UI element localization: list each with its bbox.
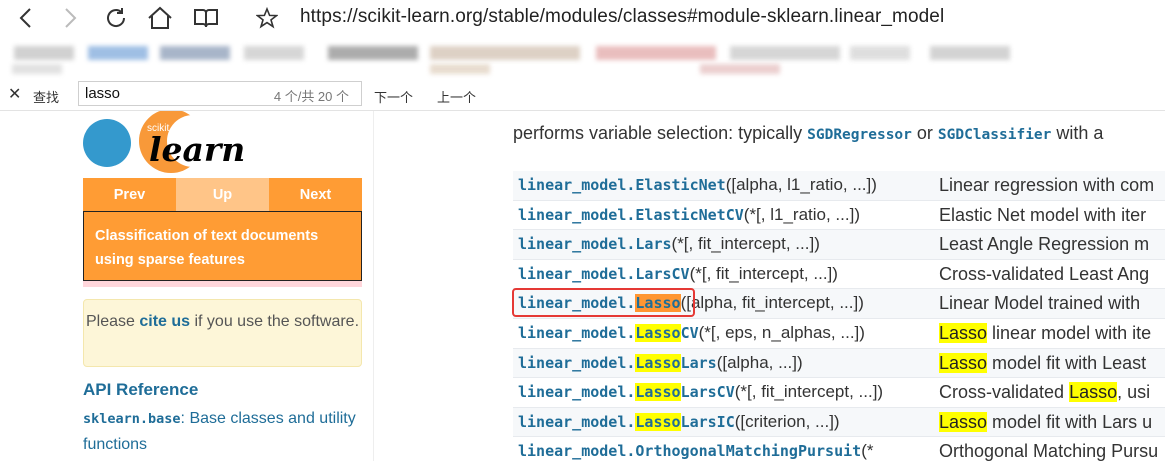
intro-text-or: or: [911, 123, 938, 143]
table-row: linear_model.LassoLarsCV(*[, fit_interce…: [513, 378, 1165, 408]
intro-text-tail: with a: [1051, 123, 1104, 143]
find-input[interactable]: lasso 4 个/共 20 个: [78, 81, 362, 106]
function-description: Cross-validated Least Ang: [939, 263, 1150, 284]
function-description: Least Angle Regression m: [939, 234, 1150, 255]
scikit-learn-logo[interactable]: scikit learn: [83, 109, 253, 175]
function-description: Orthogonal Matching Pursu: [939, 441, 1159, 461]
home-icon[interactable]: [146, 4, 174, 32]
function-args: ([alpha, fit_intercept, ...]): [680, 293, 864, 313]
search-match-highlight: Lasso: [939, 322, 988, 343]
function-signature[interactable]: linear_model.LassoLarsCV(*[, fit_interce…: [518, 382, 883, 402]
function-args: (*[, fit_intercept, ...]): [671, 234, 820, 254]
cite-text-before: Please: [85, 313, 140, 330]
intro-text: performs variable selection: typically: [513, 123, 808, 143]
function-args: (*[, fit_intercept, ...]): [689, 263, 838, 283]
bookmarks-bar: [0, 38, 1165, 80]
close-icon[interactable]: ✕: [8, 84, 21, 104]
reading-view-icon[interactable]: [192, 4, 220, 32]
up-button[interactable]: Up: [176, 178, 269, 211]
function-description: Lasso model fit with Least: [939, 352, 1147, 373]
prev-button[interactable]: Prev: [83, 178, 176, 211]
function-signature[interactable]: linear_model.OrthogonalMatchingPursuit(*: [518, 441, 873, 461]
main-content: performs variable selection: typically S…: [374, 111, 1165, 461]
table-row: linear_model.OrthogonalMatchingPursuit(*…: [513, 437, 1165, 461]
function-signature[interactable]: linear_model.ElasticNetCV(*[, l1_ratio, …: [518, 205, 860, 225]
function-name-link[interactable]: linear_model.ElasticNetCV: [518, 206, 744, 224]
function-signature[interactable]: linear_model.LarsCV(*[, fit_intercept, .…: [518, 264, 838, 284]
search-match-highlight: Lasso: [635, 323, 681, 342]
function-name-link[interactable]: linear_model.OrthogonalMatchingPursuit: [518, 442, 861, 460]
logo-big-text: learn: [149, 130, 245, 169]
find-bar: ✕ 查找 lasso 4 个/共 20 个 下一个 上一个: [0, 80, 1165, 111]
function-signature[interactable]: linear_model.LassoLars([alpha, ...]): [518, 353, 803, 373]
function-signature[interactable]: linear_model.LassoLarsIC([criterion, ...…: [518, 412, 840, 432]
find-query[interactable]: lasso: [85, 85, 120, 102]
table-row: linear_model.LassoCV(*[, eps, n_alphas, …: [513, 318, 1165, 349]
function-args: (*[, eps, n_alphas, ...]): [698, 322, 865, 342]
function-signature[interactable]: linear_model.ElasticNet([alpha, l1_ratio…: [518, 175, 877, 195]
table-row: linear_model.Lars(*[, fit_intercept, ...…: [513, 230, 1165, 260]
function-name-link[interactable]: linear_model.ElasticNet: [518, 176, 726, 194]
function-args: (*[, l1_ratio, ...]): [743, 204, 860, 224]
search-match-highlight: Lasso: [939, 411, 988, 432]
function-name-link[interactable]: linear_model.LassoLarsIC: [518, 412, 735, 431]
search-match-highlight: Lasso: [1069, 382, 1118, 403]
function-args: (*[, fit_intercept, ...]): [734, 382, 884, 402]
function-description: Elastic Net model with iter: [939, 204, 1147, 225]
function-signature[interactable]: linear_model.LassoCV(*[, eps, n_alphas, …: [518, 323, 865, 343]
next-button[interactable]: Next: [269, 178, 362, 211]
function-description: Linear regression with com: [939, 175, 1155, 195]
find-next-button[interactable]: 下一个: [374, 87, 413, 106]
sgdregressor-link[interactable]: SGDRegressor: [807, 127, 912, 143]
find-prev-button[interactable]: 上一个: [437, 87, 476, 106]
api-reference-link[interactable]: API Reference: [83, 380, 198, 400]
table-row: linear_model.ElasticNet([alpha, l1_ratio…: [513, 171, 1165, 201]
find-label: 查找: [33, 90, 60, 105]
function-name-link[interactable]: linear_model.LassoLarsCV: [518, 383, 735, 402]
cite-notice: Please cite us if you use the software.: [83, 299, 362, 367]
table-row: linear_model.ElasticNetCV(*[, l1_ratio, …: [513, 200, 1165, 231]
api-item-code: sklearn.base: [83, 411, 181, 427]
match-count: 4 个/共 20 个: [273, 89, 349, 104]
related-page-link[interactable]: Classification of text documents using s…: [83, 211, 362, 281]
cite-us-link[interactable]: cite us: [139, 313, 190, 330]
function-name-link[interactable]: linear_model.Lars: [518, 235, 672, 253]
function-args: ([alpha, ...]): [716, 352, 803, 372]
favorite-star-icon[interactable]: [253, 4, 281, 32]
search-match-highlight: Lasso: [635, 412, 681, 431]
function-name-link[interactable]: linear_model.LassoLars: [518, 353, 717, 372]
function-name-link[interactable]: linear_model.LassoCV: [518, 323, 699, 342]
search-match-highlight: Lasso: [635, 383, 681, 402]
sidebar: scikit learn Prev Up Next Classification…: [0, 109, 374, 461]
function-name-link[interactable]: linear_model.LarsCV: [518, 265, 690, 283]
search-match-highlight: Lasso: [635, 353, 681, 372]
function-args: ([criterion, ...]): [734, 411, 840, 431]
api-item-sklearn-base[interactable]: sklearn.base: Base classes and utility f…: [83, 406, 363, 457]
intro-paragraph: performs variable selection: typically S…: [513, 123, 1103, 144]
cite-text-after: if you use the software.: [190, 313, 360, 330]
browser-toolbar: https://scikit-learn.org/stable/modules/…: [0, 0, 1165, 38]
annotation-highlight-box: [512, 288, 695, 317]
address-bar[interactable]: https://scikit-learn.org/stable/modules/…: [300, 6, 944, 28]
nav-divider: [83, 281, 362, 287]
function-description: Lasso linear model with ite: [939, 322, 1152, 343]
function-description: Lasso model fit with Lars u: [939, 411, 1153, 432]
table-row: linear_model.LarsCV(*[, fit_intercept, .…: [513, 259, 1165, 290]
page-navigation: Prev Up Next Classification of text docu…: [83, 178, 362, 287]
function-signature[interactable]: linear_model.Lars(*[, fit_intercept, ...…: [518, 234, 820, 254]
forward-icon[interactable]: [56, 4, 84, 32]
table-row: linear_model.LassoLarsIC([criterion, ...…: [513, 407, 1165, 438]
refresh-icon[interactable]: [102, 4, 130, 32]
sgdclassifier-link[interactable]: SGDClassifier: [938, 127, 1052, 143]
table-row: linear_model.LassoLars([alpha, ...]) Lass…: [513, 348, 1165, 379]
search-match-highlight: Lasso: [939, 352, 988, 373]
function-args: ([alpha, l1_ratio, ...]): [725, 175, 877, 194]
function-description: Linear Model trained with: [939, 293, 1141, 314]
back-icon[interactable]: [12, 4, 40, 32]
function-description: Cross-validated Lasso, usi: [939, 382, 1151, 403]
function-args: (*: [861, 441, 874, 461]
